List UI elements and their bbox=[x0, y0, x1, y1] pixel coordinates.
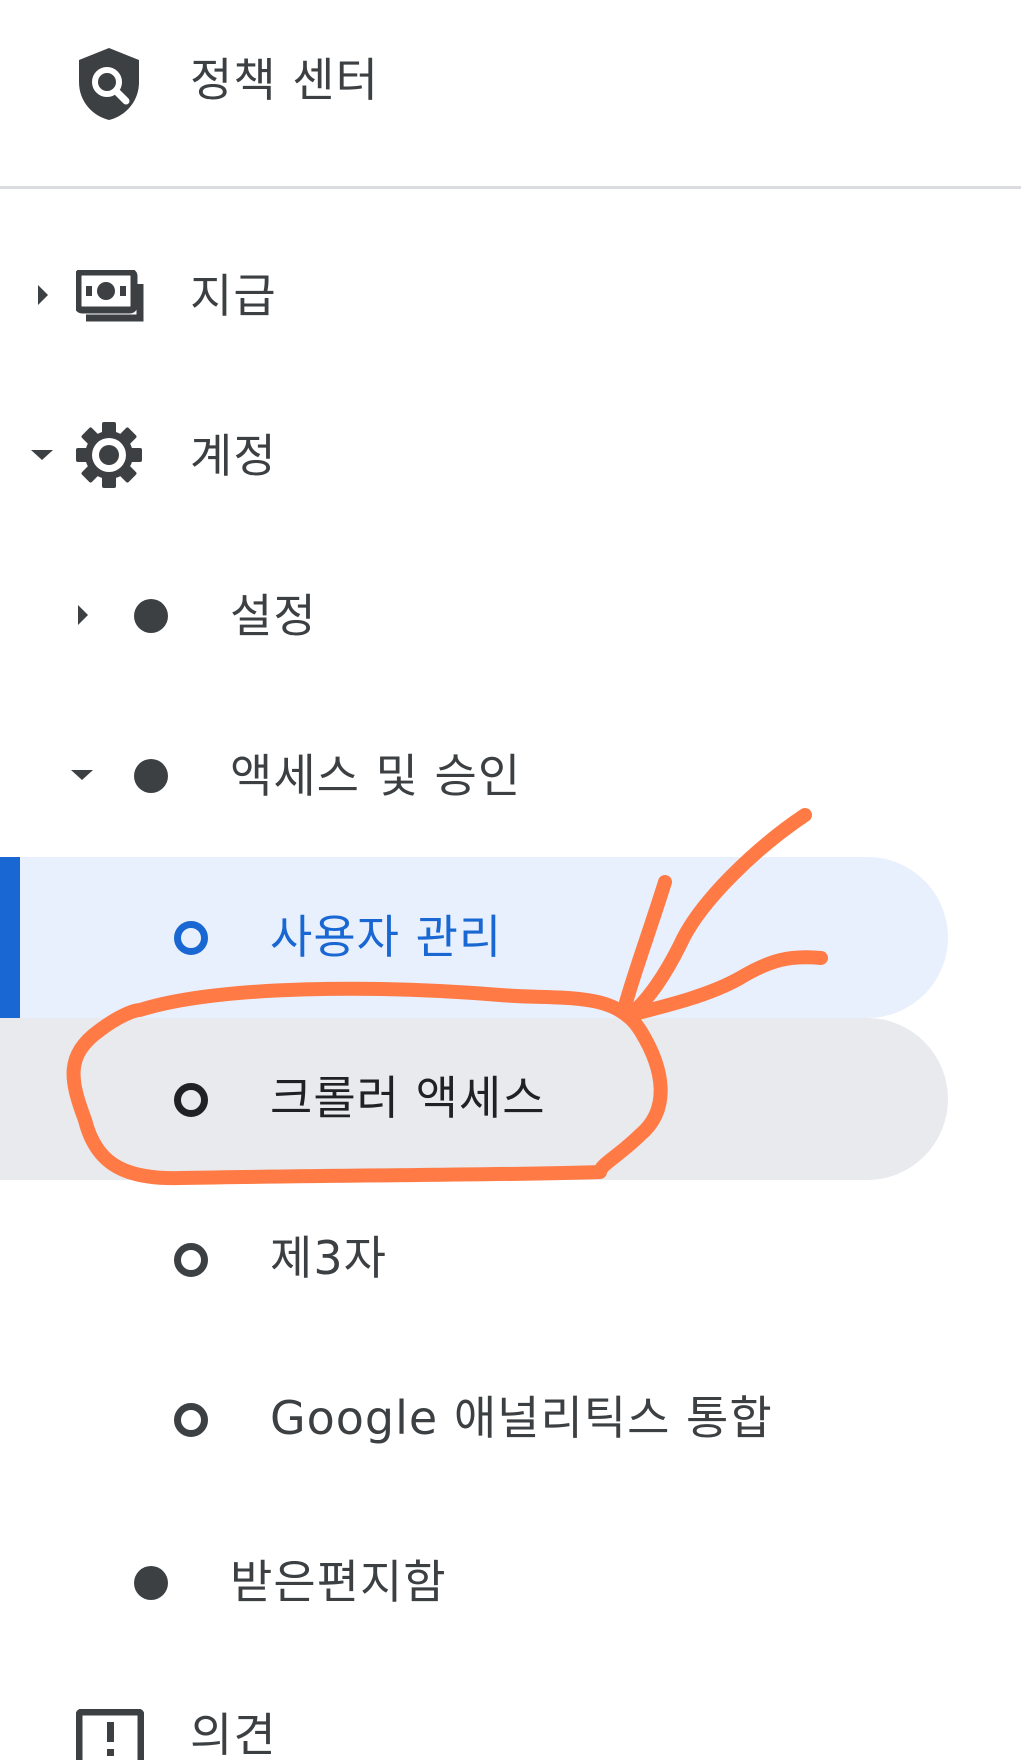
nav-item-label: 설정 bbox=[230, 589, 317, 643]
ring-icon bbox=[174, 1403, 208, 1437]
bullet-icon bbox=[134, 599, 168, 633]
nav-item-payments[interactable]: 지급 bbox=[0, 230, 1021, 360]
nav-item-crawler-access[interactable]: 크롤러 액세스 bbox=[0, 1018, 948, 1180]
gear-icon bbox=[76, 422, 142, 488]
nav-item-label: 제3자 bbox=[270, 1231, 387, 1285]
payments-icon bbox=[76, 270, 144, 322]
shield-search-icon bbox=[79, 48, 139, 120]
nav-item-third-parties[interactable]: 제3자 bbox=[0, 1180, 1021, 1340]
nav-item-access-and-approval[interactable]: 액세스 및 승인 bbox=[0, 710, 1021, 840]
nav-item-google-analytics[interactable]: Google 애널리틱스 통합 bbox=[0, 1340, 1021, 1500]
collapse-arrow-icon[interactable] bbox=[71, 770, 93, 780]
nav-item-user-management[interactable]: 사용자 관리 bbox=[0, 857, 948, 1018]
nav-item-account[interactable]: 계정 bbox=[0, 390, 1021, 520]
nav-item-label: 지급 bbox=[190, 269, 277, 323]
bullet-icon bbox=[134, 1566, 168, 1600]
ring-icon bbox=[174, 1083, 208, 1117]
nav-item-policy-center[interactable]: 정책 센터 bbox=[0, 0, 1021, 186]
nav-item-label: 계정 bbox=[190, 429, 277, 483]
feedback-icon bbox=[76, 1709, 144, 1760]
sidebar-nav: 정책 센터 지급 계정 설정 액세스 및 승인 사용자 관리 크롤러 액세스 제… bbox=[0, 0, 1021, 1760]
nav-item-feedback[interactable]: 의견 bbox=[0, 1680, 1021, 1760]
ring-icon bbox=[174, 1243, 208, 1277]
expand-arrow-icon[interactable] bbox=[38, 285, 48, 305]
collapse-arrow-icon[interactable] bbox=[31, 450, 53, 460]
nav-item-label: 의견 bbox=[190, 1708, 277, 1760]
nav-item-label: 액세스 및 승인 bbox=[230, 749, 522, 803]
nav-item-inbox[interactable]: 받은편지함 bbox=[0, 1500, 1021, 1660]
nav-item-label: 크롤러 액세스 bbox=[270, 1071, 546, 1125]
nav-item-label: 받은편지함 bbox=[230, 1555, 447, 1609]
ring-icon bbox=[174, 921, 208, 955]
nav-item-settings[interactable]: 설정 bbox=[0, 550, 1021, 680]
nav-item-label: Google 애널리틱스 통합 bbox=[270, 1391, 773, 1445]
nav-item-label: 정책 센터 bbox=[190, 53, 379, 107]
divider bbox=[0, 186, 1021, 189]
bullet-icon bbox=[134, 759, 168, 793]
nav-item-label: 사용자 관리 bbox=[270, 910, 503, 964]
expand-arrow-icon[interactable] bbox=[78, 605, 88, 625]
